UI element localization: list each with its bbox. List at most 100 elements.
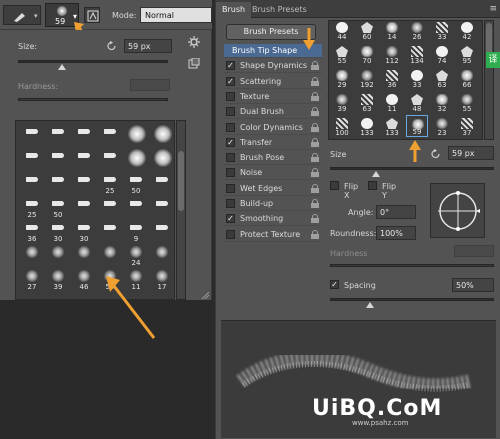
brush-option-texture[interactable]: Texture [224, 90, 322, 104]
brush-tip-thumb[interactable]: 37 [456, 115, 478, 137]
lock-icon[interactable] [311, 229, 319, 239]
option-checkbox[interactable] [226, 199, 235, 208]
brush-tip-thumb[interactable]: 55 [456, 91, 478, 113]
tab-brush-presets[interactable]: Brush Presets [246, 2, 313, 18]
brush-preset-thumb[interactable] [150, 147, 174, 171]
mode-select[interactable]: Normal [140, 7, 212, 23]
brush-preset-thumb[interactable] [98, 195, 122, 219]
brush-preset-thumb[interactable] [124, 147, 148, 171]
lock-icon[interactable] [311, 107, 319, 117]
brush-preset-thumb[interactable]: 30 [72, 219, 96, 243]
option-checkbox[interactable]: ✓ [226, 76, 235, 86]
option-checkbox[interactable] [226, 107, 235, 117]
tip-size-slider-thumb[interactable] [372, 171, 380, 177]
brush-preset-thumb[interactable]: 9 [124, 219, 148, 243]
tip-size-field[interactable]: 59 px [448, 146, 494, 160]
brush-preset-thumb[interactable] [20, 147, 44, 171]
brush-preset-thumb[interactable] [98, 219, 122, 243]
brush-option-dual-brush[interactable]: Dual Brush [224, 105, 322, 120]
brush-option-scattering[interactable]: ✓ Scattering [224, 75, 322, 89]
roundness-field[interactable]: 100% [376, 226, 416, 240]
brush-preset-thumb[interactable]: 39 [46, 267, 70, 291]
brush-preset-thumb[interactable] [124, 195, 148, 219]
scrollbar-thumb[interactable] [178, 151, 184, 211]
brush-preset-thumb[interactable]: 30 [46, 219, 70, 243]
translate-badge[interactable]: 译 [486, 52, 500, 68]
brush-tip-thumb[interactable]: 44 [331, 21, 353, 41]
brush-option-smoothing[interactable]: ✓ Smoothing [224, 212, 322, 227]
brush-preset-thumb[interactable] [150, 195, 174, 219]
brush-option-wet-edges[interactable]: Wet Edges [224, 182, 322, 196]
lock-icon[interactable] [311, 91, 319, 101]
brush-preset-thumb[interactable]: 46 [72, 267, 96, 291]
brush-tip-thumb[interactable]: 14 [381, 21, 403, 41]
spacing-slider-thumb[interactable] [366, 302, 374, 308]
brush-preset-thumb[interactable]: 50 [124, 171, 148, 195]
brush-tip-thumb[interactable]: 112 [381, 43, 403, 65]
brush-tip-thumb[interactable]: 36 [381, 67, 403, 89]
brush-tip-thumb[interactable]: 60 [356, 21, 378, 41]
brush-tip-thumb[interactable]: 70 [356, 43, 378, 65]
brush-preset-thumb[interactable] [124, 123, 148, 147]
brush-preset-thumb[interactable] [72, 195, 96, 219]
lock-icon[interactable] [311, 122, 319, 132]
brush-preset-thumb[interactable] [72, 243, 96, 267]
reset-size-icon[interactable] [106, 40, 118, 52]
option-checkbox[interactable] [226, 122, 235, 132]
brush-tip-thumb[interactable]: 100 [331, 115, 353, 137]
brush-tip-thumb[interactable]: 59 [406, 115, 428, 137]
brush-preset-thumb[interactable]: 36 [20, 219, 44, 243]
brush-preset-thumb[interactable] [46, 171, 70, 195]
brush-preset-thumb[interactable] [46, 243, 70, 267]
brush-tip-thumb[interactable]: 63 [431, 67, 453, 89]
brush-preset-thumb[interactable]: 24 [124, 243, 148, 267]
brush-option-build-up[interactable]: Build-up [224, 197, 322, 211]
brush-tip-thumb[interactable]: 33 [431, 21, 453, 41]
spacing-field[interactable]: 50% [452, 278, 494, 292]
brush-tip-thumb[interactable]: 48 [406, 91, 428, 113]
brush-tip-thumb[interactable]: 134 [406, 43, 428, 65]
brush-tip-thumb[interactable]: 133 [356, 115, 378, 137]
brush-preset-thumb[interactable] [46, 123, 70, 147]
brush-tip-thumb[interactable]: 63 [356, 91, 378, 113]
brush-option-color-dynamics[interactable]: Color Dynamics [224, 121, 322, 135]
brush-option-protect-texture[interactable]: Protect Texture [224, 228, 322, 242]
brush-preset-thumb[interactable] [72, 147, 96, 171]
brush-tip-thumb[interactable]: 39 [331, 91, 353, 113]
spacing-slider[interactable] [330, 298, 494, 301]
brush-preset-thumb[interactable]: 50 [46, 195, 70, 219]
spacing-checkbox[interactable]: ✓ [330, 280, 339, 289]
flip-y-checkbox[interactable] [368, 181, 377, 190]
brush-preset-thumb[interactable] [20, 123, 44, 147]
brush-tip-thumb[interactable]: 26 [406, 21, 428, 41]
size-slider[interactable] [18, 60, 168, 63]
brush-preset-thumb[interactable] [150, 123, 174, 147]
tip-size-slider[interactable] [330, 167, 494, 170]
resize-grip-icon[interactable] [200, 290, 210, 300]
brush-preset-thumb[interactable] [46, 147, 70, 171]
lock-icon[interactable] [311, 137, 319, 147]
lock-icon[interactable] [311, 214, 319, 224]
size-field[interactable]: 59 px [124, 39, 172, 53]
brush-option-brush-pose[interactable]: Brush Pose [224, 151, 322, 166]
option-checkbox[interactable]: ✓ [226, 61, 235, 71]
brush-tip-thumb[interactable]: 23 [431, 115, 453, 137]
brush-preset-thumb[interactable] [98, 147, 122, 171]
brush-tip-thumb[interactable]: 55 [331, 43, 353, 65]
brush-option-noise[interactable]: Noise [224, 166, 322, 181]
angle-roundness-widget[interactable] [430, 183, 485, 238]
new-preset-icon[interactable] [188, 58, 200, 70]
brush-tip-thumb[interactable]: 192 [356, 67, 378, 89]
brush-preset-thumb[interactable] [98, 123, 122, 147]
lock-icon[interactable] [311, 199, 319, 208]
brush-preset-thumb[interactable] [150, 243, 174, 267]
option-checkbox[interactable] [226, 153, 235, 163]
option-checkbox[interactable] [226, 229, 235, 239]
brush-tip-thumb[interactable]: 32 [431, 91, 453, 113]
reset-size-icon[interactable] [430, 148, 442, 160]
option-checkbox[interactable] [226, 91, 235, 101]
brush-tip-thumb[interactable]: 95 [456, 43, 478, 65]
angle-field[interactable]: 0° [376, 205, 416, 219]
brush-preset-thumb[interactable]: 25 [20, 195, 44, 219]
brush-preset-thumb[interactable] [20, 243, 44, 267]
